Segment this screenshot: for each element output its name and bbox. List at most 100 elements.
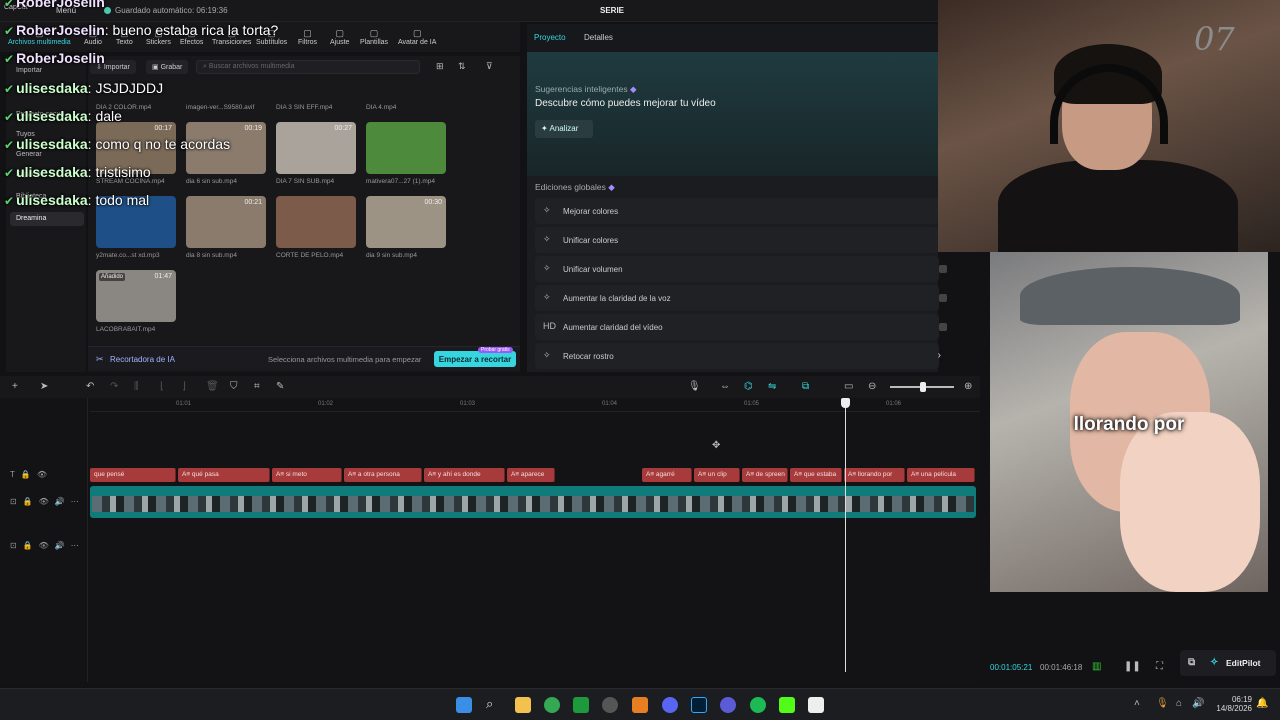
- folder-icon[interactable]: [515, 697, 531, 713]
- volume-icon[interactable]: 🔊: [1192, 698, 1204, 709]
- add-icon[interactable]: +: [12, 381, 18, 392]
- tab-avatar[interactable]: ▢ Avatar de IA: [398, 28, 436, 46]
- tool-tab-label: Audio: [84, 39, 102, 46]
- tab-project[interactable]: Proyecto: [534, 33, 566, 42]
- minecraft-icon[interactable]: [573, 697, 589, 713]
- text-clip[interactable]: A≡ un clip: [694, 468, 740, 482]
- zoom-slider-knob[interactable]: [920, 382, 926, 392]
- global-edit-row[interactable]: HD Aumentar claridad del vídeo: [535, 314, 947, 340]
- text-clip[interactable]: A≡ llorando por: [844, 468, 905, 482]
- filter-icon[interactable]: ⊽: [486, 61, 493, 72]
- zoom-out-icon[interactable]: ⊖: [868, 381, 876, 392]
- text-clip[interactable]: A≡ aparece: [507, 468, 555, 482]
- media-thumbnail[interactable]: [366, 122, 446, 174]
- playhead-handle[interactable]: [841, 398, 850, 408]
- capcut-taskbar-icon[interactable]: [808, 697, 824, 713]
- preview-axis-icon[interactable]: ⧉: [802, 381, 809, 392]
- text-clip[interactable]: A≡ de spreen: [742, 468, 788, 482]
- pause-icon[interactable]: ❚❚: [1124, 661, 1141, 672]
- tool-tab-label: Ajuste: [330, 39, 350, 46]
- mic-tray-icon[interactable]: 🎙: [1156, 698, 1169, 709]
- zoom-slider[interactable]: [890, 382, 954, 392]
- preview-hands-shape: [1120, 412, 1260, 592]
- fullscreen-icon[interactable]: ⛶: [1156, 661, 1163, 672]
- tab-filter[interactable]: ▢ Filtros: [298, 28, 317, 46]
- media-thumbnail[interactable]: [276, 196, 356, 248]
- network-icon[interactable]: ⌂: [1176, 698, 1182, 709]
- redo-icon[interactable]: ↷: [110, 381, 118, 392]
- audio-track-controls[interactable]: ⊡🔒👁🔊⋯: [10, 541, 85, 550]
- media-thumbnail[interactable]: 01:47 Añadido: [96, 270, 176, 322]
- text-clip[interactable]: A≡ qué pasa: [178, 468, 270, 482]
- split-icon[interactable]: ⫼: [134, 381, 139, 392]
- text-clip[interactable]: A≡ a otra persona: [344, 468, 422, 482]
- tab-templates[interactable]: ▢ Plantillas: [360, 28, 388, 46]
- global-edit-row[interactable]: ✧ Unificar volumen: [535, 256, 947, 282]
- global-edit-row[interactable]: ✧ Unificar colores: [535, 227, 939, 253]
- photoshop-icon[interactable]: [691, 697, 707, 713]
- media-thumbnail[interactable]: 00:27: [276, 122, 356, 174]
- discord-icon[interactable]: [662, 697, 678, 713]
- media-thumbnail[interactable]: [366, 68, 446, 102]
- start-icon[interactable]: [456, 697, 472, 713]
- text-track-controls[interactable]: T🔒👁: [10, 470, 53, 479]
- global-edit-row[interactable]: ✧ Mejorar colores: [535, 198, 939, 224]
- media-thumbnail[interactable]: 00:21: [186, 196, 266, 248]
- text-clip[interactable]: que pensé: [90, 468, 176, 482]
- split-right-icon[interactable]: ⌋: [182, 381, 186, 392]
- global-edit-row[interactable]: ✧ Aumentar la claridad de la voz: [535, 285, 947, 311]
- text-clip[interactable]: A≡ una película: [907, 468, 975, 482]
- start-cutting-button[interactable]: Empezar a recortar: [434, 351, 516, 367]
- editpilot-button[interactable]: ⧉ ✧ EditPilot: [1180, 650, 1276, 676]
- undo-icon[interactable]: ↶: [86, 381, 94, 392]
- nav-item[interactable]: Importar: [10, 64, 84, 78]
- video-clip[interactable]: [90, 486, 976, 518]
- chevron-up-icon[interactable]: ˄: [1134, 698, 1140, 709]
- draw-icon[interactable]: ✎: [276, 381, 284, 392]
- video-preview[interactable]: llorando por: [990, 252, 1268, 592]
- text-clip[interactable]: A≡ que estaba: [790, 468, 842, 482]
- microphone-icon[interactable]: 🎙: [688, 381, 701, 392]
- shield-icon[interactable]: ⛉: [230, 381, 238, 392]
- search-icon[interactable]: ⌕: [486, 696, 502, 712]
- media-thumbnail[interactable]: 00:30: [366, 196, 446, 248]
- timeline[interactable]: 01:01 01:02 01:03 01:04 01:05 01:06 T🔒👁 ⊡🔒👁🔊⋯…: [0, 398, 980, 682]
- global-edit-row[interactable]: ✧ Retocar rostro ›: [535, 343, 941, 369]
- toggle-checkbox[interactable]: [939, 265, 947, 273]
- nav-item[interactable]: Dreamina: [10, 212, 84, 226]
- zoom-in-icon[interactable]: ⊕: [964, 381, 972, 392]
- text-clip[interactable]: A≡ y ahí es donde: [424, 468, 505, 482]
- video-track-controls[interactable]: ⊡🔒👁🔊⋯: [10, 497, 85, 506]
- taskbar: ⌕ ˄ 🎙 ⌂ 🔊 06:19 14/8/2026 🔔: [0, 688, 1280, 720]
- ai-cutter-hint: Selecciona archivos multimedia para empe…: [268, 355, 422, 364]
- brave-icon[interactable]: [632, 697, 648, 713]
- toggle-checkbox[interactable]: [939, 294, 947, 302]
- playhead[interactable]: [841, 398, 850, 672]
- spotify-icon[interactable]: [750, 697, 766, 713]
- text-clip[interactable]: A≡ si meto: [272, 468, 342, 482]
- kick-icon[interactable]: [779, 697, 795, 713]
- chrome-icon[interactable]: [544, 697, 560, 713]
- ruler-tick: 01:03: [460, 401, 476, 407]
- tab-details[interactable]: Detalles: [584, 33, 613, 42]
- analyze-button[interactable]: ✦ Analizar: [535, 120, 593, 138]
- media-thumbnail[interactable]: [186, 68, 266, 102]
- tab-adjust[interactable]: ▢ Ajuste: [330, 28, 349, 46]
- link-icon[interactable]: ⇔: [720, 381, 730, 392]
- delete-icon[interactable]: 🗑: [206, 381, 219, 392]
- split-left-icon[interactable]: ⌊: [160, 381, 164, 392]
- snap-icon[interactable]: ⇋: [768, 381, 776, 392]
- media-name: y2mate.co...st xd.mp3: [96, 252, 160, 259]
- captions-icon[interactable]: ▭: [844, 381, 853, 392]
- toggle-checkbox[interactable]: [939, 323, 947, 331]
- obs-icon[interactable]: [602, 697, 618, 713]
- sort-icon[interactable]: ⇅: [458, 61, 466, 72]
- notification-icon[interactable]: 🔔: [1256, 698, 1268, 709]
- magnet-icon[interactable]: ⌬: [744, 381, 753, 392]
- crop-icon[interactable]: ⌗: [254, 381, 260, 392]
- media-thumbnail[interactable]: [276, 68, 356, 102]
- vpn-icon[interactable]: [720, 697, 736, 713]
- select-cursor-icon[interactable]: ➤: [40, 381, 48, 392]
- text-clip[interactable]: A≡ agarré: [642, 468, 692, 482]
- clock[interactable]: 06:19 14/8/2026: [1208, 695, 1252, 713]
